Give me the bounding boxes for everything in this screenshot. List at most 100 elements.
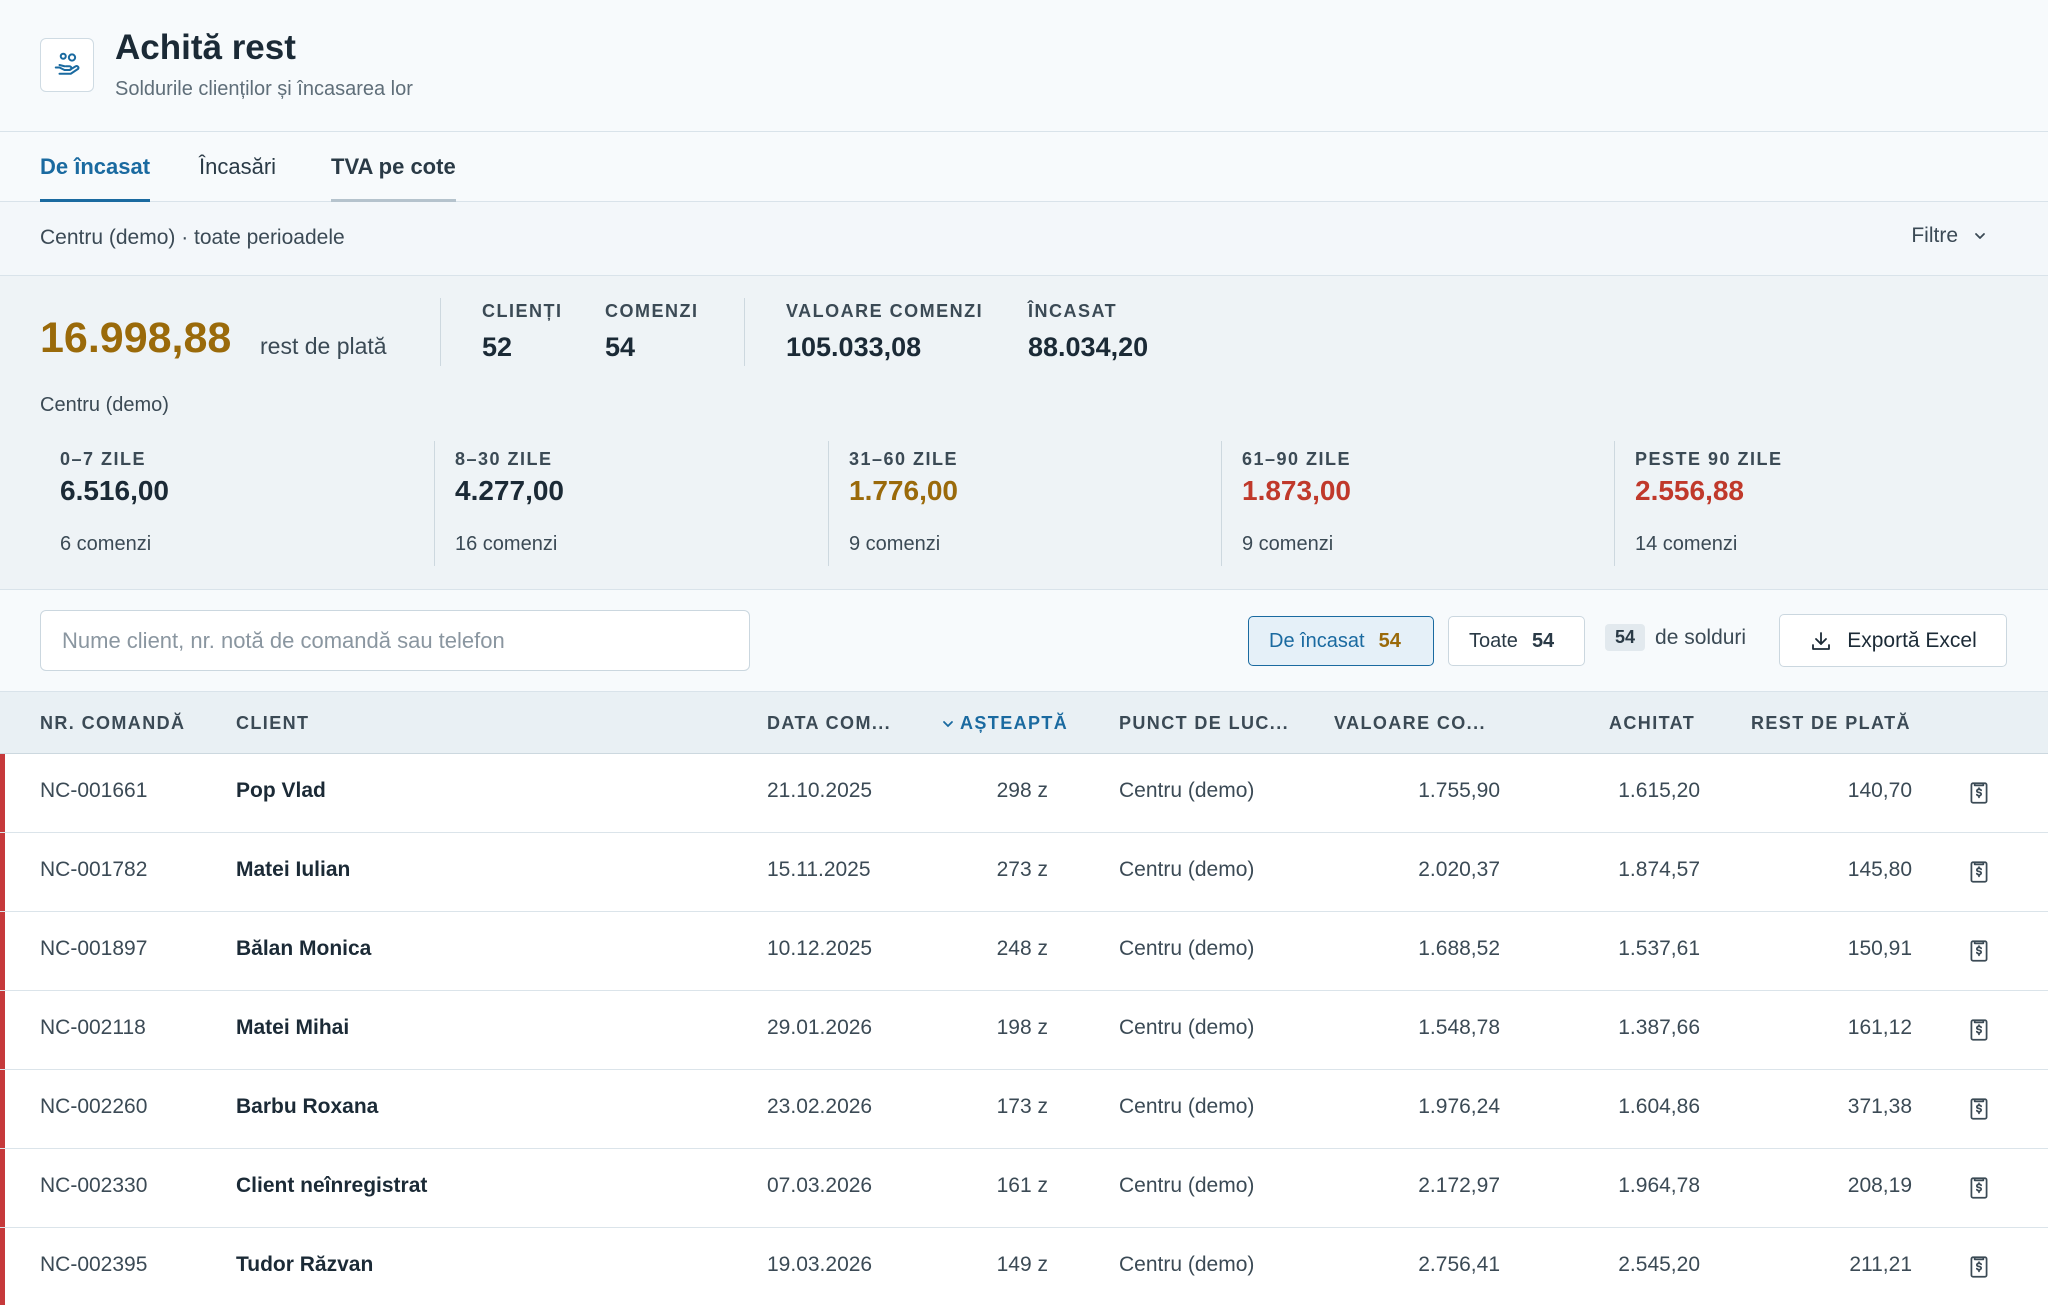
divider <box>744 298 745 366</box>
pay-receipt-icon[interactable] <box>1966 780 1992 811</box>
cell-paid: 1.387,66 <box>1618 1016 1700 1039</box>
cell-waiting: 198 z <box>996 1016 1048 1039</box>
table-row[interactable]: NC-001661 Pop Vlad 21.10.2025 298 z Centru (… <box>0 754 2048 833</box>
cell-waiting: 273 z <box>996 858 1048 881</box>
tab-tva-pe-cote[interactable]: TVA pe cote <box>331 154 456 202</box>
download-icon <box>1812 631 1831 650</box>
cell-location: Centru (demo) <box>1119 937 1255 960</box>
col-value[interactable]: VALOARE CO... <box>1334 713 1486 734</box>
bucket-value: 6.516,00 <box>60 475 169 506</box>
col-date[interactable]: DATA COM... <box>767 713 891 734</box>
table-row[interactable]: NC-002118 Matei Mihai 29.01.2026 198 z Centr… <box>0 991 2048 1070</box>
search-input[interactable] <box>40 610 750 671</box>
bucket-count: 16 comenzi <box>455 533 558 555</box>
cell-location: Centru (demo) <box>1119 779 1255 802</box>
chip-count: 54 <box>1378 629 1401 652</box>
cell-order[interactable]: NC-001782 <box>40 858 147 882</box>
pay-receipt-icon[interactable] <box>1966 1096 1992 1127</box>
bucket-count: 6 comenzi <box>60 533 152 555</box>
balances-badge: 54 <box>1605 624 1646 651</box>
pay-receipt-icon[interactable] <box>1966 1017 1992 1048</box>
cell-client[interactable]: Matei Mihai <box>236 1016 349 1040</box>
col-waiting[interactable]: AȘTEAPTĂ <box>942 713 1068 734</box>
export-label: Exportă Excel <box>1847 628 1977 652</box>
cell-date: 21.10.2025 <box>767 779 873 802</box>
bucket-count: 9 comenzi <box>849 533 941 555</box>
cell-order[interactable]: NC-002395 <box>40 1253 147 1277</box>
cell-rest: 371,38 <box>1847 1095 1912 1118</box>
col-rest[interactable]: REST DE PLATĂ <box>1751 713 1911 734</box>
col-paid[interactable]: ACHITAT <box>1609 713 1695 734</box>
cell-location: Centru (demo) <box>1119 858 1255 881</box>
cell-waiting: 173 z <box>996 1095 1048 1118</box>
stat-collected-label: ÎNCASAT <box>1028 301 1118 321</box>
table-row[interactable]: NC-002395 Tudor Răzvan 19.03.2026 149 z Cent… <box>0 1228 2048 1305</box>
tab-bar: De încasat Încasări TVA pe cote <box>0 132 2048 202</box>
cell-waiting: 298 z <box>996 779 1048 802</box>
bucket-label: 8–30 ZILE <box>455 449 553 469</box>
cell-order[interactable]: NC-001661 <box>40 779 147 803</box>
pay-receipt-icon[interactable] <box>1966 1254 1992 1285</box>
cell-order[interactable]: NC-002330 <box>40 1174 147 1198</box>
tab-incasari[interactable]: Încasări <box>199 154 276 202</box>
col-order[interactable]: NR. COMANDĂ <box>40 713 185 734</box>
cell-paid: 1.615,20 <box>1618 779 1700 802</box>
cell-waiting: 149 z <box>996 1253 1048 1276</box>
cell-client[interactable]: Barbu Roxana <box>236 1095 378 1119</box>
table-row[interactable]: NC-001897 Bălan Monica 10.12.2025 248 z Cent… <box>0 912 2048 991</box>
pay-receipt-icon[interactable] <box>1966 859 1992 890</box>
bucket-count: 9 comenzi <box>1242 533 1334 555</box>
cell-value: 1.548,78 <box>1418 1016 1500 1039</box>
pay-receipt-icon[interactable] <box>1966 938 1992 969</box>
bucket-value: 1.776,00 <box>849 475 958 506</box>
cell-value: 2.020,37 <box>1418 858 1500 881</box>
export-excel-button[interactable]: Exportă Excel <box>1779 614 2007 667</box>
cell-client[interactable]: Pop Vlad <box>236 779 326 803</box>
filter-chip-all[interactable]: Toate 54 <box>1448 616 1585 666</box>
cell-rest: 211,21 <box>1849 1253 1912 1276</box>
bucket-value: 4.277,00 <box>455 475 564 506</box>
stat-clients-label: CLIENȚI <box>482 301 563 321</box>
filters-button[interactable]: Filtre <box>1911 224 1988 248</box>
cell-client[interactable]: Matei Iulian <box>236 858 350 882</box>
cell-waiting: 248 z <box>996 937 1048 960</box>
tab-de-incasat[interactable]: De încasat <box>40 154 151 202</box>
cell-paid: 2.545,20 <box>1618 1253 1700 1276</box>
cell-paid: 1.964,78 <box>1618 1174 1700 1197</box>
chevron-down-icon <box>1975 233 1985 239</box>
summary-panel: 16.998,88 rest de plată CLIENȚI 52 COMEN… <box>0 276 2048 590</box>
table-row[interactable]: NC-002330 Client neînregistrat 07.03.2026 1… <box>0 1149 2048 1228</box>
aging-bucket-0-7: 0–7 ZILE 6.516,00 6 comenzi <box>40 441 435 566</box>
col-client[interactable]: CLIENT <box>236 713 309 734</box>
cell-value: 1.688,52 <box>1418 937 1500 960</box>
table-header: NR. COMANDĂ CLIENT DATA COM... AȘTEAPTĂ … <box>0 692 2048 754</box>
bucket-value: 2.556,88 <box>1635 475 1744 506</box>
cell-order[interactable]: NC-002118 <box>40 1016 146 1040</box>
balances-counter: 54 de solduri <box>1605 624 1746 651</box>
stat-orders-label: COMENZI <box>605 301 699 321</box>
table-row[interactable]: NC-002260 Barbu Roxana 23.02.2026 173 z Cent… <box>0 1070 2048 1149</box>
cell-order[interactable]: NC-002260 <box>40 1095 147 1119</box>
stat-orders-value: 54 <box>605 332 636 362</box>
cell-paid: 1.874,57 <box>1618 858 1700 881</box>
cell-rest: 150,91 <box>1847 937 1912 960</box>
filter-chip-due[interactable]: De încasat 54 <box>1248 616 1434 666</box>
context-text: Centru (demo) · toate perioadele <box>40 226 345 249</box>
cell-client[interactable]: Bălan Monica <box>236 937 371 961</box>
divider <box>440 298 441 366</box>
cell-rest: 161,12 <box>1847 1016 1912 1039</box>
cell-order[interactable]: NC-001897 <box>40 937 147 961</box>
pay-receipt-icon[interactable] <box>1966 1175 1992 1206</box>
col-location[interactable]: PUNCT DE LUC... <box>1119 713 1289 734</box>
table-row[interactable]: NC-001782 Matei Iulian 15.11.2025 273 z Cent… <box>0 833 2048 912</box>
cell-client[interactable]: Client neînregistrat <box>236 1174 427 1198</box>
bucket-label: 0–7 ZILE <box>60 449 147 469</box>
stat-clients-value: 52 <box>482 332 513 362</box>
cell-value: 1.755,90 <box>1418 779 1500 802</box>
balances-label: de solduri <box>1655 625 1747 649</box>
cell-date: 10.12.2025 <box>767 937 873 960</box>
cell-paid: 1.537,61 <box>1618 937 1700 960</box>
cell-paid: 1.604,86 <box>1618 1095 1700 1118</box>
cell-date: 29.01.2026 <box>767 1016 873 1039</box>
cell-client[interactable]: Tudor Răzvan <box>236 1253 373 1277</box>
